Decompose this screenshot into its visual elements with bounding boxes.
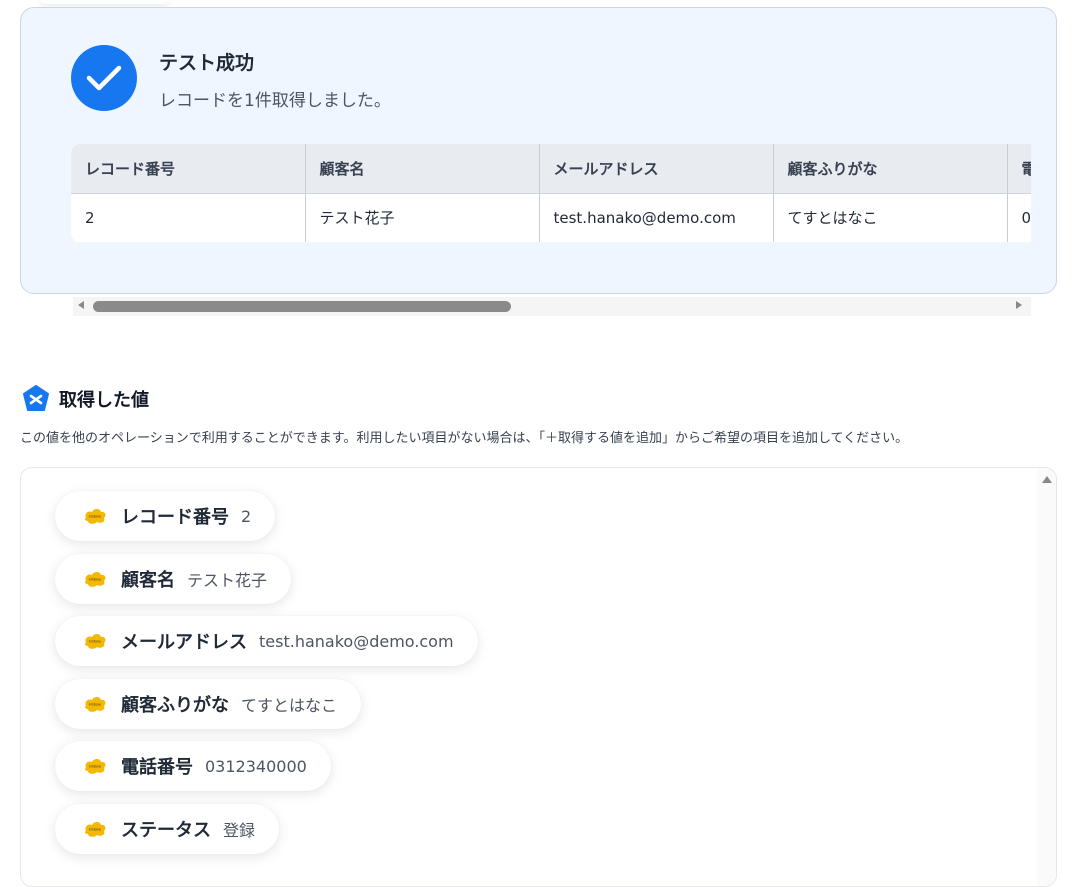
- table-row: 2 テスト花子 test.hanako@demo.com てすとはなこ 0: [71, 193, 1031, 242]
- value-chip[interactable]: kintone メールアドレス test.hanako@demo.com: [55, 616, 478, 666]
- retrieved-values-list: kintone レコード番号 2 kintone 顧客名 テスト花子 kinto…: [20, 467, 1057, 887]
- test-result-panel: テスト成功 レコードを1件取得しました。 レコード番号 顧客名 メールアドレス …: [20, 7, 1057, 294]
- scrollbar-thumb[interactable]: [93, 301, 511, 312]
- kintone-icon: kintone: [84, 697, 106, 712]
- kintone-icon: kintone: [84, 822, 106, 837]
- table-header-row: レコード番号 顧客名 メールアドレス 顧客ふりがな 電: [71, 144, 1031, 194]
- scroll-right-icon[interactable]: [1016, 301, 1022, 309]
- column-header: 顧客ふりがな: [773, 144, 1008, 194]
- value-text: てすとはなこ: [241, 696, 338, 715]
- value-chip[interactable]: kintone ステータス 登録: [55, 804, 280, 854]
- value-label: レコード番号: [121, 507, 229, 528]
- column-header: レコード番号: [71, 144, 306, 194]
- value-label: メールアドレス: [121, 632, 247, 653]
- column-header: 電: [1007, 144, 1031, 194]
- record-table: レコード番号 顧客名 メールアドレス 顧客ふりがな 電 2 テスト花子 test…: [71, 144, 1031, 243]
- value-label: 顧客名: [121, 570, 175, 591]
- scroll-left-icon[interactable]: [78, 301, 84, 309]
- svg-text:kintone: kintone: [89, 515, 101, 519]
- column-header: メールアドレス: [539, 144, 774, 194]
- kintone-icon: kintone: [84, 634, 106, 649]
- svg-text:kintone: kintone: [89, 640, 101, 644]
- value-text: 2: [241, 506, 252, 526]
- value-text: test.hanako@demo.com: [259, 631, 454, 651]
- value-label: 顧客ふりがな: [121, 695, 229, 716]
- section-description: この値を他のオペレーションで利用することができます。利用したい項目がない場合は、…: [20, 431, 909, 446]
- kintone-icon: kintone: [84, 572, 106, 587]
- previous-card-edge: [40, 0, 170, 4]
- table-cell: test.hanako@demo.com: [539, 193, 774, 242]
- yoom-icon: [22, 385, 50, 413]
- vertical-scrollbar[interactable]: [1037, 468, 1056, 886]
- check-icon: [71, 45, 137, 111]
- table-cell: 0: [1007, 193, 1031, 242]
- value-text: 登録: [223, 821, 256, 840]
- success-title: テスト成功: [159, 52, 255, 74]
- value-chip[interactable]: kintone 電話番号 0312340000: [55, 741, 331, 791]
- svg-text:kintone: kintone: [89, 765, 101, 769]
- svg-text:kintone: kintone: [89, 828, 101, 832]
- table-cell: テスト花子: [305, 193, 540, 242]
- table-cell: てすとはなこ: [773, 193, 1008, 242]
- value-chip[interactable]: kintone レコード番号 2: [55, 491, 276, 541]
- column-header: 顧客名: [305, 144, 540, 194]
- scroll-up-icon[interactable]: [1042, 476, 1052, 483]
- table-cell: 2: [71, 193, 306, 242]
- value-chip[interactable]: kintone 顧客ふりがな てすとはなこ: [55, 679, 362, 729]
- section-title: 取得した値: [59, 390, 149, 411]
- value-chip[interactable]: kintone 顧客名 テスト花子: [55, 554, 292, 604]
- value-text: 0312340000: [205, 756, 307, 776]
- kintone-icon: kintone: [84, 759, 106, 774]
- svg-text:kintone: kintone: [89, 578, 101, 582]
- svg-text:kintone: kintone: [89, 703, 101, 707]
- horizontal-scrollbar[interactable]: [73, 297, 1031, 316]
- value-label: 電話番号: [121, 757, 193, 778]
- success-message: レコードを1件取得しました。: [159, 91, 391, 111]
- kintone-icon: kintone: [84, 509, 106, 524]
- value-text: テスト花子: [187, 571, 268, 590]
- value-label: ステータス: [121, 820, 211, 841]
